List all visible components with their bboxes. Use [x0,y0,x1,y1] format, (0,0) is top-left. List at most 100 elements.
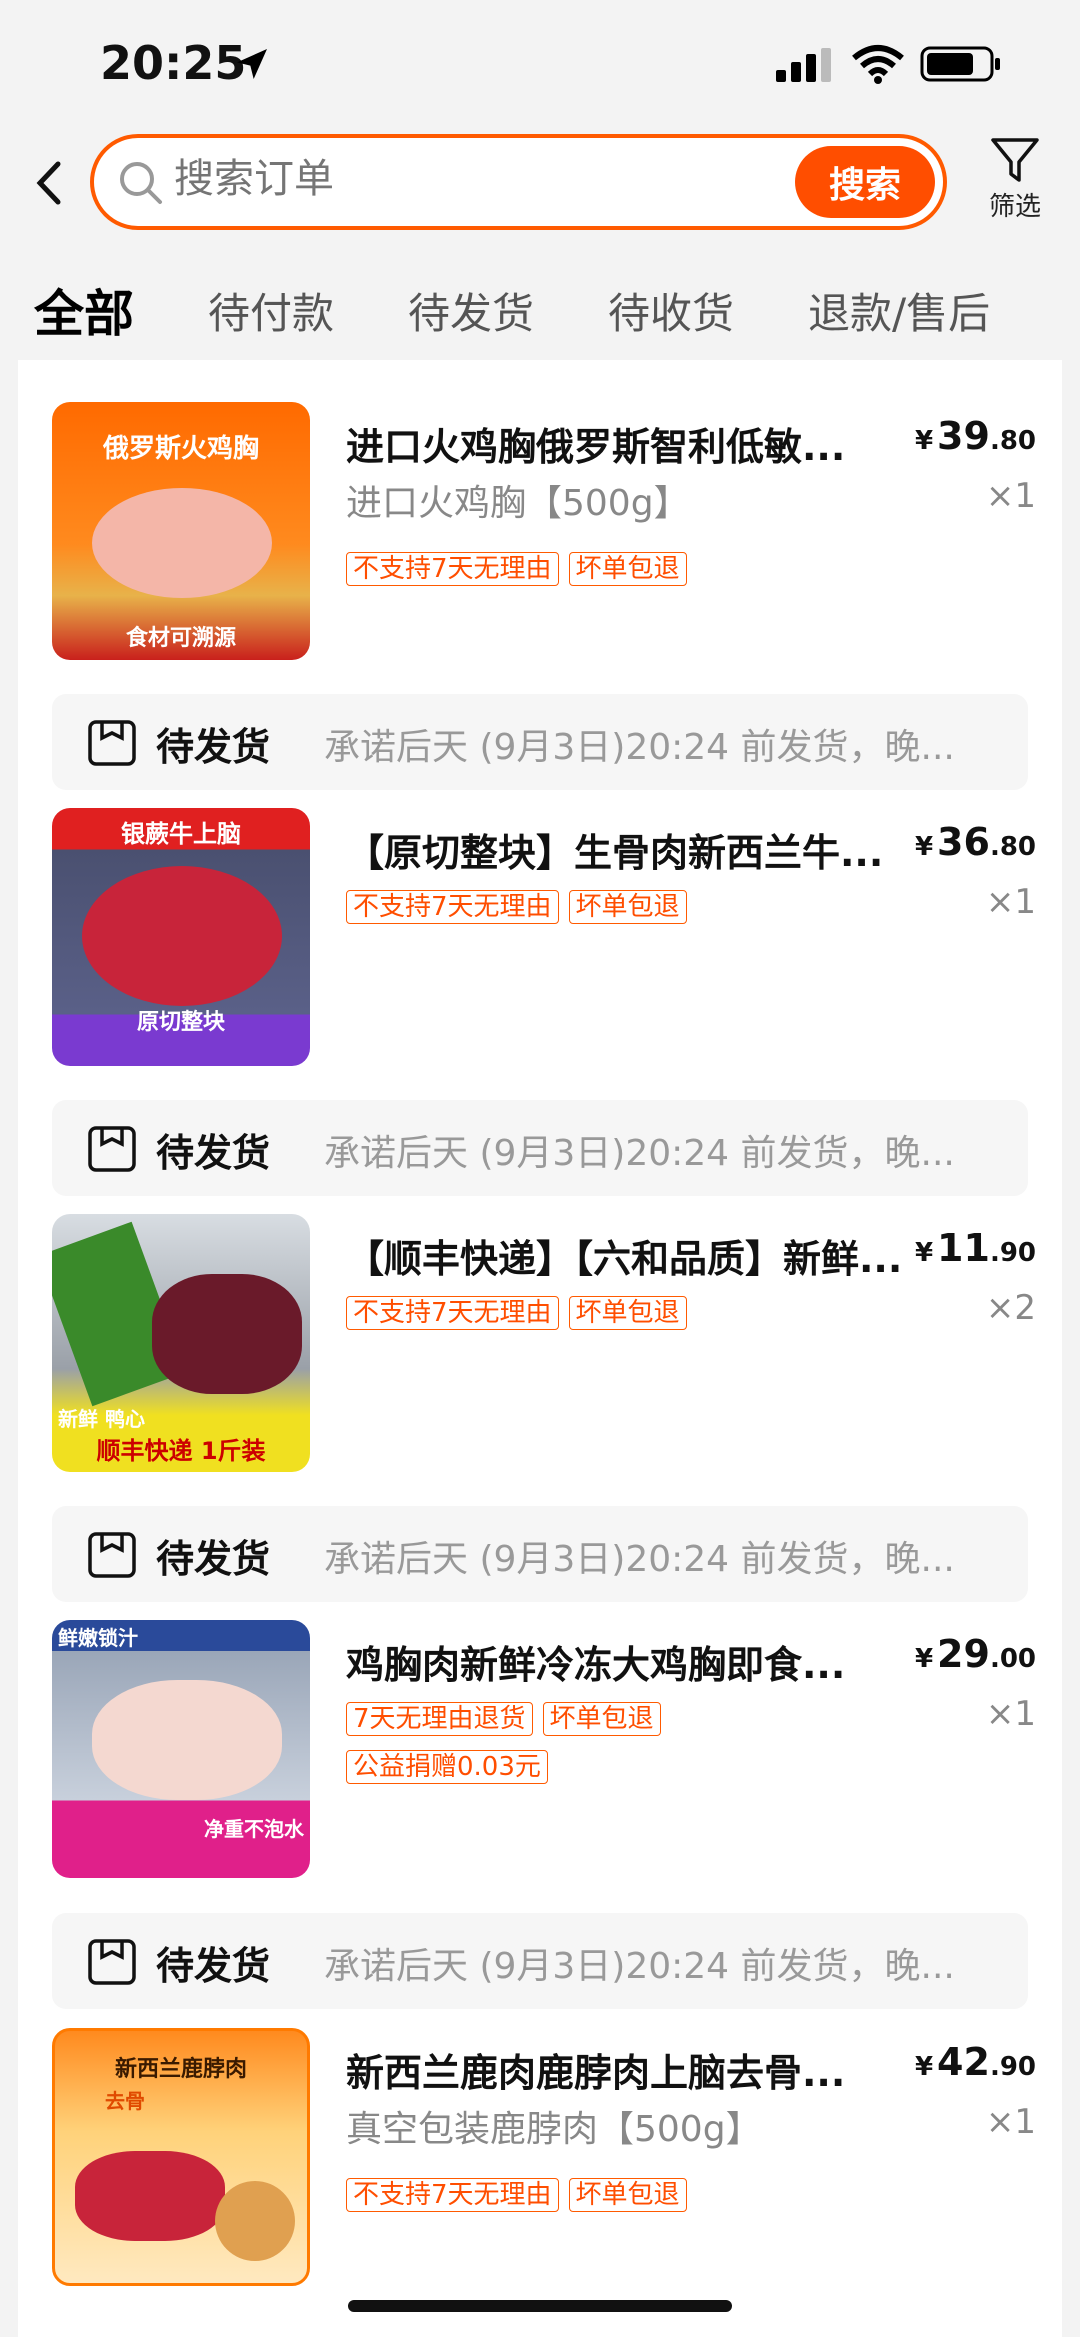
shipping-promise-note: 承诺后天 (9月3日)20:24 前发货，晚... [324,727,955,768]
shipping-status-bar[interactable]: 待发货 承诺后天 (9月3日)20:24 前发货，晚... [52,1506,1028,1602]
yen-symbol: ¥ [914,1644,934,1674]
shipping-status-label: 待发货 [156,1131,271,1175]
thumbnail-subcaption: 原切整块 [136,1010,225,1035]
thumbnail-caption: 新西兰鹿脖肉 [114,2057,247,2082]
product-tags: 7天无理由退货 坏单包退 公益捐赠0.03元 [346,1702,906,1798]
search-input[interactable] [174,156,674,202]
package-box-icon [88,1126,136,1172]
product-price: ¥29.00 [915,1632,1036,1676]
service-tag: 坏单包退 [542,1702,661,1736]
product-title: 新西兰鹿肉鹿脖肉上脑去骨... [346,2051,846,2095]
shipping-status-label: 待发货 [156,1537,271,1581]
order-item[interactable]: 银蕨牛上脑 原切整块 【原切整块】生骨肉新西兰牛... ¥36.80 ×1 不支… [18,808,1062,1070]
shipping-status-bar[interactable]: 待发货 承诺后天 (9月3日)20:24 前发货，晚... [52,1100,1028,1196]
tab-all[interactable]: 全部 [34,274,134,346]
search-button[interactable]: 搜索 [795,146,935,218]
order-tabs: 全部 待付款 待发货 待收货 退款/售后 [0,268,1080,358]
shipping-status-label: 待发货 [156,1944,271,1988]
product-thumbnail[interactable]: 俄罗斯火鸡胸 食材可溯源 [52,402,310,660]
back-chevron-icon[interactable] [30,158,70,208]
product-price: ¥36.80 [915,820,1036,864]
service-tag: 坏单包退 [568,2178,687,2212]
price-integer: 11 [937,1226,990,1270]
wifi-icon [852,45,904,84]
thumbnail-caption: 鲜嫩锁汁 [58,1626,138,1650]
product-tags: 不支持7天无理由 坏单包退 [346,2178,906,2226]
order-list: 俄罗斯火鸡胸 食材可溯源 进口火鸡胸俄罗斯智利低敏... 进口火鸡胸【500g】… [18,360,1062,2337]
price-integer: 39 [937,414,990,458]
thumbnail-caption: 银蕨牛上脑 [121,820,241,848]
shipping-status-label: 待发货 [156,725,271,769]
product-spec: 真空包装鹿脖肉【500g】 [346,2109,762,2150]
service-tag: 7天无理由退货 [346,1702,533,1736]
shipping-promise-note: 承诺后天 (9月3日)20:24 前发货，晚... [324,1539,955,1580]
location-arrow-icon [237,49,267,79]
package-box-icon [88,720,136,766]
order-item[interactable]: 新西兰鹿脖肉 去骨 新西兰鹿肉鹿脖肉上脑去骨... 真空包装鹿脖肉【500g】 … [18,2028,1062,2290]
shipping-promise-note: 承诺后天 (9月3日)20:24 前发货，晚... [324,1133,955,1174]
status-bar: 20:25 [0,0,1080,128]
package-box-icon [88,1939,136,1985]
order-item[interactable]: 鲜嫩锁汁 净重不泡水 鸡胸肉新鲜冷冻大鸡胸即食... ¥29.00 ×1 7天无… [18,1620,1062,1882]
order-item[interactable]: 新鲜 鸭心 顺丰快递 1斤装 【顺丰快递】【六和品质】新鲜... ¥11.90 … [18,1214,1062,1476]
thumbnail-subcaption: 食材可溯源 [125,626,236,651]
product-tags: 不支持7天无理由 坏单包退 [346,1296,906,1344]
price-decimal: .80 [989,832,1036,862]
thumbnail-caption: 新鲜 鸭心 [58,1407,145,1431]
price-integer: 42 [937,2040,990,2084]
thumbnail-subcaption: 去骨 [105,2089,145,2113]
price-decimal: .00 [989,1644,1036,1674]
service-tag: 坏单包退 [568,552,687,586]
search-icon [120,162,162,204]
product-quantity: ×1 [985,2102,1036,2142]
product-quantity: ×1 [985,476,1036,516]
product-thumbnail[interactable]: 新西兰鹿脖肉 去骨 [52,2028,310,2286]
price-integer: 29 [937,1632,990,1676]
product-title: 【顺丰快递】【六和品质】新鲜... [346,1237,903,1281]
thumbnail-subcaption: 净重不泡水 [204,1817,304,1841]
product-title: 进口火鸡胸俄罗斯智利低敏... [346,425,846,469]
yen-symbol: ¥ [914,832,934,862]
product-title: 鸡胸肉新鲜冷冻大鸡胸即食... [346,1643,846,1687]
service-tag: 不支持7天无理由 [346,890,559,924]
yen-symbol: ¥ [914,426,934,456]
yen-symbol: ¥ [914,1238,934,1268]
cellular-signal-icon [776,48,831,82]
filter-label: 筛选 [988,192,1041,222]
product-thumbnail[interactable]: 新鲜 鸭心 顺丰快递 1斤装 [52,1214,310,1472]
product-spec: 进口火鸡胸【500g】 [346,483,690,524]
product-tags: 不支持7天无理由 坏单包退 [346,890,906,938]
thumbnail-subcaption: 顺丰快递 1斤装 [96,1437,266,1465]
service-tag: 不支持7天无理由 [346,1296,559,1330]
search-box[interactable]: 搜索 [90,134,947,230]
product-thumbnail[interactable]: 银蕨牛上脑 原切整块 [52,808,310,1066]
product-price: ¥42.90 [915,2040,1036,2084]
service-tag: 坏单包退 [568,1296,687,1330]
product-quantity: ×1 [985,1694,1036,1734]
status-time: 20:25 [100,36,247,90]
charity-tag: 公益捐赠0.03元 [346,1750,548,1784]
product-thumbnail[interactable]: 鲜嫩锁汁 净重不泡水 [52,1620,310,1878]
tab-pending-shipment[interactable]: 待发货 [408,280,534,341]
battery-icon [920,46,1000,82]
shipping-promise-note: 承诺后天 (9月3日)20:24 前发货，晚... [324,1946,955,1987]
yen-symbol: ¥ [914,2052,934,2082]
service-tag: 坏单包退 [568,890,687,924]
tab-pending-payment[interactable]: 待付款 [208,280,334,341]
search-header: 搜索 筛选 [0,128,1080,238]
product-title: 【原切整块】生骨肉新西兰牛... [346,831,884,875]
price-integer: 36 [937,820,990,864]
thumbnail-caption: 俄罗斯火鸡胸 [102,434,259,464]
shipping-status-bar[interactable]: 待发货 承诺后天 (9月3日)20:24 前发货，晚... [52,1913,1028,2009]
tab-refund-aftersale[interactable]: 退款/售后 [808,280,990,341]
shipping-status-bar[interactable]: 待发货 承诺后天 (9月3日)20:24 前发货，晚... [52,694,1028,790]
product-price: ¥39.80 [915,414,1036,458]
tab-pending-receipt[interactable]: 待收货 [608,280,734,341]
filter-funnel-icon [991,138,1039,182]
price-decimal: .80 [989,426,1036,456]
home-indicator[interactable] [348,2300,732,2312]
product-quantity: ×1 [985,882,1036,922]
product-price: ¥11.90 [915,1226,1036,1270]
filter-button[interactable]: 筛选 [975,134,1055,223]
order-item[interactable]: 俄罗斯火鸡胸 食材可溯源 进口火鸡胸俄罗斯智利低敏... 进口火鸡胸【500g】… [18,402,1062,664]
